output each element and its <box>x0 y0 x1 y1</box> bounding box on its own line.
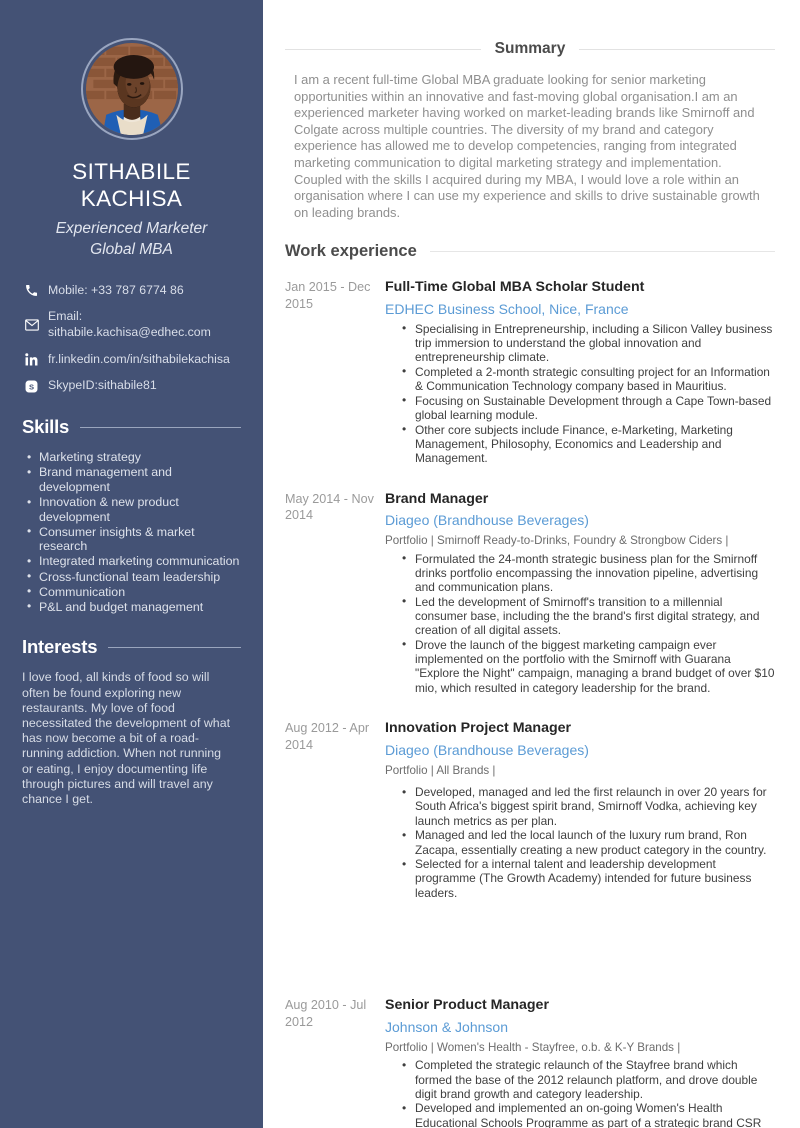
svg-text:S: S <box>29 382 34 391</box>
list-item: Selected for a internal talent and leade… <box>402 857 775 900</box>
interests-heading-label: Interests <box>22 636 98 658</box>
job-dates: Aug 2012 - Apr 2014 <box>285 721 370 752</box>
list-item: Consumer insights & market research <box>27 524 241 554</box>
job-body: Full-Time Global MBA Scholar Student EDH… <box>385 278 775 465</box>
avatar-container <box>22 38 241 140</box>
contact-text-phone: Mobile: +33 787 6774 86 <box>48 282 184 297</box>
job-entry: May 2014 - Nov 2014 Brand Manager Diageo… <box>285 490 775 696</box>
heading-divider-right <box>579 48 775 50</box>
job-title: Senior Product Manager <box>385 997 549 1014</box>
job-dates: May 2014 - Nov 2014 <box>285 491 374 523</box>
skills-heading-label: Skills <box>22 416 70 438</box>
job-body: Brand Manager Diageo (Brandhouse Beverag… <box>385 490 775 696</box>
avatar-ring <box>80 38 183 140</box>
job-title: Innovation Project Manager <box>385 720 572 737</box>
contact-list: Mobile: +33 787 6774 86 Email: sithabile… <box>22 283 241 394</box>
heading-divider-left <box>285 48 481 50</box>
list-item: Marketing strategy <box>27 450 241 465</box>
job-organisation[interactable]: EDHEC Business School, Nice, France <box>385 300 775 319</box>
list-item: Cross-functional team leadership <box>27 569 241 585</box>
job-title: Full-Time Global MBA Scholar Student <box>385 279 645 296</box>
job-bullets: Formulated the 24-month strategic busine… <box>385 551 775 695</box>
list-item: Brand management and development <box>27 465 241 494</box>
list-item: Focusing on Sustainable Development thro… <box>402 393 775 422</box>
list-item: Innovation & new product development <box>27 495 241 524</box>
contact-item-linkedin[interactable]: fr.linkedin.com/in/sithabilekachisa <box>24 352 241 368</box>
job-portfolio: Portfolio | Women's Health - Stayfree, o… <box>385 1040 681 1054</box>
avatar <box>85 43 178 135</box>
list-item: P&L and budget management <box>27 599 241 615</box>
resume-page: SITHABILE KACHISA Experienced Marketer G… <box>0 0 800 1128</box>
skills-list: Marketing strategy Brand management and … <box>22 450 241 614</box>
summary-text: I am a recent full-time Global MBA gradu… <box>294 72 760 220</box>
list-item: Completed a 2-month strategic consulting… <box>402 364 775 393</box>
job-dates: Jan 2015 - Dec 2015 <box>285 280 371 311</box>
job-organisation[interactable]: Diageo (Brandhouse Beverages) <box>385 741 775 760</box>
job-organisation[interactable]: Diageo (Brandhouse Beverages) <box>385 511 775 530</box>
list-item: Specialising in Entrepreneurship, includ… <box>402 321 775 365</box>
list-item: Formulated the 24-month strategic busine… <box>402 551 775 595</box>
page-title: SITHABILE KACHISA <box>72 159 191 211</box>
list-item: Drove the launch of the biggest marketin… <box>402 637 775 695</box>
work-experience-heading-label: Work experience <box>285 242 417 261</box>
job-organisation[interactable]: Johnson & Johnson <box>385 1018 775 1037</box>
profile-subtitle: Experienced Marketer Global MBA <box>22 219 241 261</box>
job-entry: Jan 2015 - Dec 2015 Full-Time Global MBA… <box>285 278 775 465</box>
contact-item-phone[interactable]: Mobile: +33 787 6774 86 <box>24 283 241 299</box>
main-content: Summary I am a recent full-time Global M… <box>263 0 800 1128</box>
contact-text-email: Email: sithabile.kachisa@edhec.com <box>48 309 211 340</box>
heading-divider <box>108 646 241 648</box>
work-experience-heading: Work experience <box>285 242 775 261</box>
interests-text: I love food, all kinds of food so will o… <box>22 670 231 806</box>
job-dates: Aug 2010 - Jul 2012 <box>285 998 367 1029</box>
phone-icon <box>24 284 39 298</box>
list-item: Integrated marketing communication <box>27 554 241 569</box>
job-portfolio: Portfolio | All Brands | <box>385 763 496 777</box>
summary-heading: Summary <box>285 40 775 58</box>
contact-item-email[interactable]: Email: sithabile.kachisa@edhec.com <box>24 309 241 341</box>
interests-heading: Interests <box>22 636 241 658</box>
job-bullets: Completed the strategic relaunch of the … <box>385 1058 775 1128</box>
skype-icon: S <box>24 379 39 393</box>
job-bullets: Specialising in Entrepreneurship, includ… <box>385 321 775 466</box>
list-item: Developed, managed and led the first rel… <box>402 785 775 828</box>
job-body: Senior Product Manager Johnson & Johnson… <box>385 996 775 1128</box>
heading-divider <box>429 251 775 253</box>
sidebar: SITHABILE KACHISA Experienced Marketer G… <box>0 0 263 1128</box>
job-bullets: Developed, managed and led the first rel… <box>385 785 775 900</box>
heading-divider <box>80 426 241 428</box>
linkedin-icon <box>24 353 39 367</box>
job-entry: Aug 2012 - Apr 2014 Innovation Project M… <box>285 719 775 900</box>
list-item: Communication <box>27 584 241 600</box>
contact-text-linkedin: fr.linkedin.com/in/sithabilekachisa <box>48 351 230 366</box>
contact-text-skype: SkypeID:sithabile81 <box>48 378 157 393</box>
profile-subtitle-line1: Experienced Marketer <box>55 220 208 237</box>
envelope-icon <box>24 318 39 332</box>
job-body: Innovation Project Manager Diageo (Brand… <box>385 719 775 900</box>
job-entry: Aug 2010 - Jul 2012 Senior Product Manag… <box>285 996 775 1128</box>
list-item: Managed and led the local launch of the … <box>402 828 775 857</box>
list-item: Completed the strategic relaunch of the … <box>402 1058 775 1101</box>
contact-item-skype[interactable]: S SkypeID:sithabile81 <box>24 378 241 394</box>
list-item: Other core subjects include Finance, e-M… <box>402 422 775 466</box>
list-item: Developed and implemented an on-going Wo… <box>402 1101 775 1128</box>
job-portfolio: Portfolio | Smirnoff Ready-to-Drinks, Fo… <box>385 534 729 548</box>
list-item: Led the development of Smirnoff's transi… <box>402 594 775 638</box>
skills-heading: Skills <box>22 416 241 438</box>
summary-heading-label: Summary <box>494 40 566 57</box>
profile-subtitle-line2: Global MBA <box>90 240 173 258</box>
job-title: Brand Manager <box>385 490 489 507</box>
